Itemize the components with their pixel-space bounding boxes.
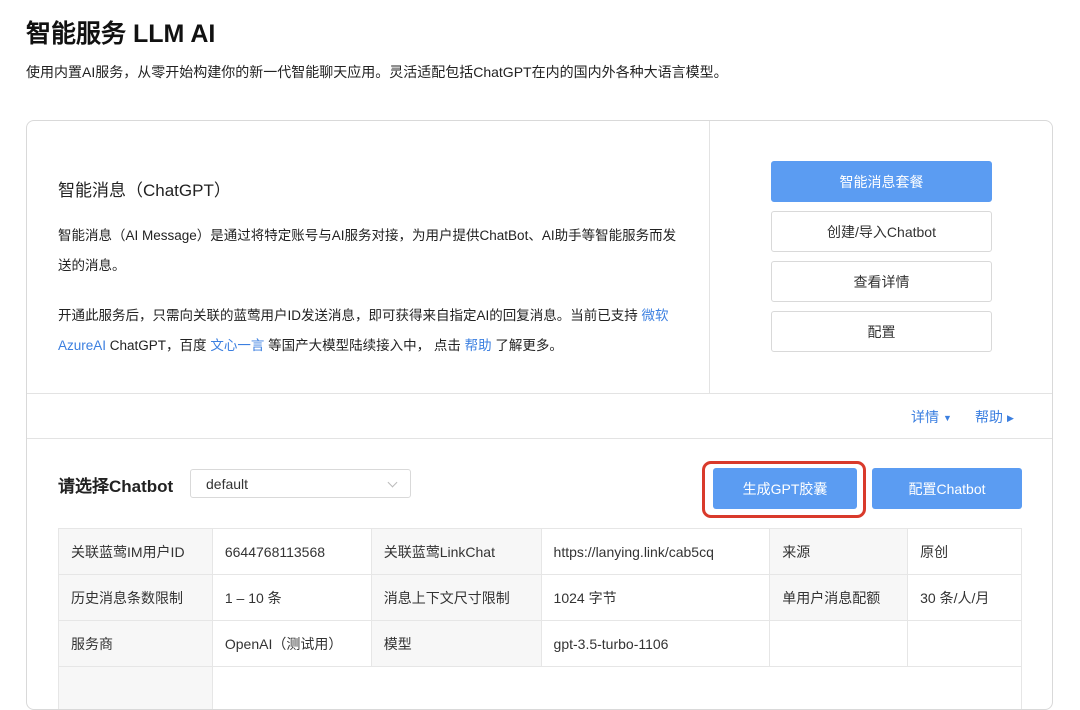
table-cell	[770, 621, 908, 667]
chevron-down-icon	[388, 478, 398, 488]
service-title: 智能消息（ChatGPT）	[58, 176, 231, 201]
page-title: 智能服务 LLM AI	[26, 14, 215, 50]
table-cell: 6644768113568	[212, 529, 371, 575]
chatbot-info-table: 关联蓝莺IM用户ID 6644768113568 关联蓝莺LinkChat ht…	[58, 528, 1022, 710]
caret-down-icon: ▼	[943, 413, 952, 423]
details-label: 详情	[911, 409, 939, 425]
table-cell: 历史消息条数限制	[59, 575, 213, 621]
table-cell: 单用户消息配额	[770, 575, 908, 621]
chatbot-select-label: 请选择Chatbot	[58, 472, 173, 497]
table-cell: 模型	[371, 621, 541, 667]
detail-bar: 详情 ▼ 帮助 ▶	[27, 393, 1053, 439]
table-cell: gpt-3.5-turbo-1106	[541, 621, 770, 667]
config-chatbot-button[interactable]: 配置Chatbot	[872, 468, 1022, 509]
help-toggle[interactable]: 帮助 ▶	[975, 407, 1014, 427]
chatbot-select[interactable]: default	[190, 469, 411, 498]
table-cell: 来源	[770, 529, 908, 575]
note-text-4: 了解更多。	[495, 338, 563, 353]
chatbot-select-value: default	[206, 476, 248, 492]
table-cell: 1 – 10 条	[212, 575, 371, 621]
note-text-2: ChatGPT，百度	[106, 338, 207, 353]
table-row: 关联蓝莺IM用户ID 6644768113568 关联蓝莺LinkChat ht…	[59, 529, 1022, 575]
details-toggle[interactable]: 详情 ▼	[911, 407, 952, 427]
wenxin-link[interactable]: 文心一言	[210, 338, 264, 353]
table-cell: 原创	[908, 529, 1022, 575]
service-description-panel: 智能消息（ChatGPT） 智能消息（AI Message）是通过将特定账号与A…	[27, 121, 710, 393]
service-card: 智能消息（ChatGPT） 智能消息（AI Message）是通过将特定账号与A…	[26, 120, 1053, 710]
table-row: 服务商 OpenAI（测试用） 模型 gpt-3.5-turbo-1106	[59, 621, 1022, 667]
table-cell: OpenAI（测试用）	[212, 621, 371, 667]
caret-right-icon: ▶	[1007, 413, 1014, 423]
service-description: 智能消息（AI Message）是通过将特定账号与AI服务对接，为用户提供Cha…	[58, 221, 688, 281]
page-subtitle: 使用内置AI服务，从零开始构建你的新一代智能聊天应用。灵活适配包括ChatGPT…	[26, 62, 728, 82]
table-cell	[59, 667, 213, 710]
help-link[interactable]: 帮助	[465, 338, 492, 353]
table-cell: 1024 字节	[541, 575, 770, 621]
table-cell: 关联蓝莺LinkChat	[371, 529, 541, 575]
create-chatbot-button[interactable]: 创建/导入Chatbot	[771, 211, 992, 252]
table-cell	[212, 667, 1021, 710]
linkchat-url-link[interactable]: https://lanying.link/cab5cq	[541, 529, 770, 575]
table-cell: 消息上下文尺寸限制	[371, 575, 541, 621]
table-cell	[908, 621, 1022, 667]
table-cell: 服务商	[59, 621, 213, 667]
note-text-1: 开通此服务后，只需向关联的蓝莺用户ID发送消息，即可获得来自指定AI的回复消息。…	[58, 308, 638, 323]
help-label: 帮助	[975, 409, 1003, 425]
view-details-button[interactable]: 查看详情	[771, 261, 992, 302]
table-row	[59, 667, 1022, 710]
service-activation-note: 开通此服务后，只需向关联的蓝莺用户ID发送消息，即可获得来自指定AI的回复消息。…	[58, 301, 688, 361]
table-cell: 30 条/人/月	[908, 575, 1022, 621]
config-button[interactable]: 配置	[771, 311, 992, 352]
table-cell: 关联蓝莺IM用户ID	[59, 529, 213, 575]
generate-gpt-capsule-button[interactable]: 生成GPT胶囊	[713, 468, 857, 509]
table-row: 历史消息条数限制 1 – 10 条 消息上下文尺寸限制 1024 字节 单用户消…	[59, 575, 1022, 621]
package-button[interactable]: 智能消息套餐	[771, 161, 992, 202]
note-text-3: 等国产大模型陆续接入中， 点击	[268, 338, 461, 353]
service-overview: 智能消息（ChatGPT） 智能消息（AI Message）是通过将特定账号与A…	[27, 121, 1053, 393]
